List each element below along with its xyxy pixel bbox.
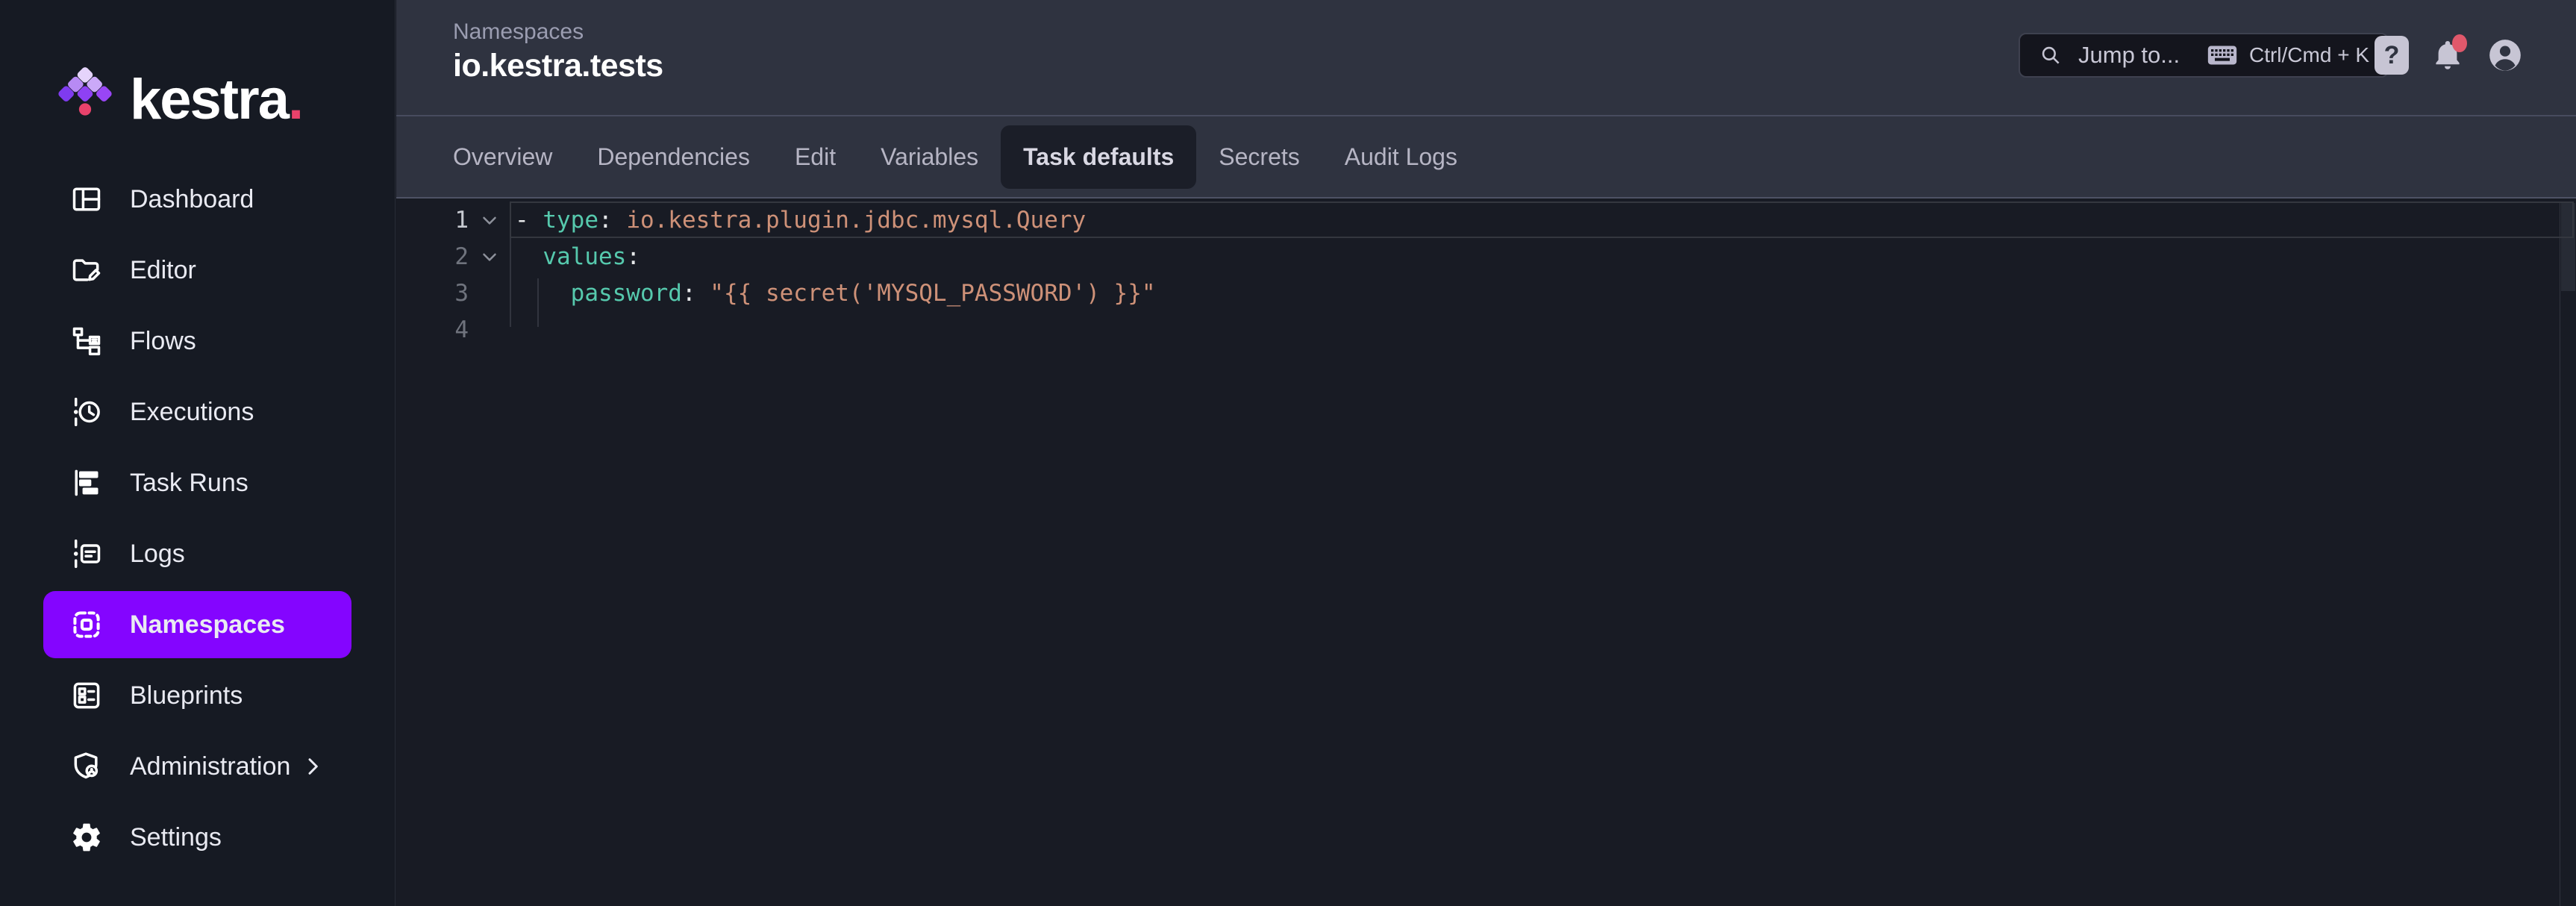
tab-secrets[interactable]: Secrets (1196, 125, 1322, 189)
sidebar-item-logs[interactable]: Logs (43, 520, 351, 587)
sidebar-item-flows[interactable]: Flows (43, 307, 351, 375)
sidebar-item-editor[interactable]: Editor (43, 237, 351, 304)
sidebar-item-dashboard[interactable]: Dashboard (43, 166, 351, 233)
sidebar-item-label: Executions (130, 398, 254, 427)
search-shortcut: Ctrl/Cmd + K (2207, 43, 2369, 67)
help-icon: ? (2384, 41, 2400, 70)
task-runs-icon (70, 466, 103, 499)
search-icon (2038, 43, 2063, 68)
code-line: 1 - type: io.kestra.plugin.jdbc.mysql.Qu… (396, 201, 2576, 238)
help-button[interactable]: ? (2375, 36, 2409, 75)
sidebar-nav: Dashboard Editor Flows Executions Task R… (0, 163, 395, 875)
tab-edit[interactable]: Edit (772, 125, 858, 189)
line-number: 2 (396, 243, 469, 270)
sidebar-item-task-runs[interactable]: Task Runs (43, 449, 351, 516)
logo-dot: . (288, 68, 302, 131)
sidebar-item-settings[interactable]: Settings (43, 804, 351, 871)
sidebar-item-blueprints[interactable]: Blueprints (43, 662, 351, 729)
sidebar-item-label: Logs (130, 540, 185, 569)
code-line-content[interactable]: values: (510, 243, 640, 270)
code-line: 2 values: (396, 238, 2576, 275)
main-area: Namespaces io.kestra.tests Jump to... (396, 0, 2576, 906)
page-title: io.kestra.tests (453, 48, 663, 84)
tab-overview[interactable]: Overview (431, 125, 575, 189)
search-input[interactable]: Jump to... Ctrl/Cmd + K (2019, 33, 2389, 78)
sidebar-item-label: Blueprints (130, 681, 243, 710)
tab-task-defaults[interactable]: Task defaults (1001, 125, 1196, 189)
tab-dependencies[interactable]: Dependencies (575, 125, 772, 189)
flows-icon (70, 325, 103, 357)
tab-variables[interactable]: Variables (858, 125, 1001, 189)
tab-audit-logs[interactable]: Audit Logs (1322, 125, 1480, 189)
sidebar-item-label: Namespaces (130, 610, 285, 640)
header-icons: ? (2375, 36, 2524, 75)
blueprints-icon (70, 679, 103, 712)
settings-icon (70, 821, 103, 854)
code-editor[interactable]: 1 - type: io.kestra.plugin.jdbc.mysql.Qu… (396, 201, 2576, 906)
code-line-content[interactable]: password: "{{ secret('MYSQL_PASSWORD') }… (510, 280, 1156, 307)
sidebar: kestra. Dashboard Editor Flows Execution… (0, 0, 396, 906)
breadcrumb[interactable]: Namespaces (453, 19, 584, 45)
search-shortcut-label: Ctrl/Cmd + K (2249, 43, 2369, 67)
sidebar-item-namespaces[interactable]: Namespaces (43, 591, 351, 658)
sidebar-item-label: Dashboard (130, 185, 254, 214)
account-icon (2486, 37, 2524, 74)
keyboard-icon (2207, 43, 2237, 67)
sidebar-item-label: Task Runs (130, 469, 248, 498)
logs-icon (70, 537, 103, 570)
executions-icon (70, 396, 103, 428)
kestra-logo[interactable]: kestra. (57, 61, 302, 126)
chevron-right-icon (301, 755, 325, 778)
sidebar-item-administration[interactable]: Administration (43, 733, 351, 800)
line-number: 4 (396, 316, 469, 343)
kestra-logo-icon (57, 61, 113, 126)
line-number: 3 (396, 280, 469, 307)
administration-icon (70, 750, 103, 783)
fold-toggle-icon[interactable] (469, 209, 510, 231)
logo-text: kestra. (130, 74, 302, 126)
search-placeholder: Jump to... (2078, 42, 2180, 69)
tab-bar: OverviewDependenciesEditVariablesTask de… (396, 116, 2576, 199)
line-number: 1 (396, 207, 469, 234)
dashboard-icon (70, 183, 103, 216)
editor-icon (70, 254, 103, 287)
sidebar-item-label: Settings (130, 823, 222, 852)
fold-toggle-icon[interactable] (469, 246, 510, 268)
header: Namespaces io.kestra.tests Jump to... (396, 0, 2576, 116)
sidebar-item-label: Administration (130, 752, 290, 781)
sidebar-item-executions[interactable]: Executions (43, 378, 351, 446)
code-line: 3 password: "{{ secret('MYSQL_PASSWORD')… (396, 275, 2576, 311)
sidebar-item-label: Flows (130, 327, 196, 356)
code-line-content[interactable]: - type: io.kestra.plugin.jdbc.mysql.Quer… (510, 207, 1086, 234)
notifications-button[interactable] (2430, 37, 2466, 73)
account-button[interactable] (2486, 37, 2524, 74)
notification-badge (2452, 34, 2467, 52)
sidebar-item-label: Editor (130, 256, 196, 285)
namespaces-icon (70, 608, 103, 641)
code-line: 4 (396, 311, 2576, 348)
